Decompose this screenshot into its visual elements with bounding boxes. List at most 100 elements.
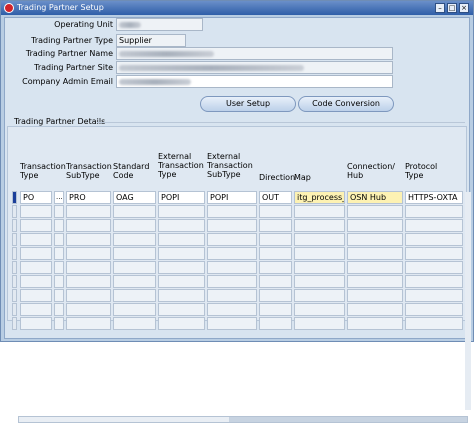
cell-map[interactable] [294, 275, 345, 288]
cell-direction[interactable] [259, 275, 292, 288]
lov-button[interactable] [54, 233, 64, 246]
trading-partner-name-field[interactable] [116, 47, 393, 60]
row-indicator[interactable] [12, 261, 17, 274]
lov-button[interactable]: ... [54, 191, 64, 204]
cell-standard-code[interactable] [113, 205, 156, 218]
cell-external-transaction-subtype[interactable] [207, 205, 257, 218]
cell-transaction-subtype[interactable]: PRO [66, 191, 111, 204]
cell-standard-code[interactable] [113, 233, 156, 246]
cell-connection-hub[interactable] [347, 303, 403, 316]
cell-protocol-type[interactable] [405, 275, 463, 288]
cell-connection-hub[interactable] [347, 233, 403, 246]
cell-protocol-type[interactable] [405, 233, 463, 246]
cell-map[interactable] [294, 303, 345, 316]
cell-external-transaction-type[interactable] [158, 289, 205, 302]
cell-direction[interactable] [259, 247, 292, 260]
cell-transaction-subtype[interactable] [66, 275, 111, 288]
cell-external-transaction-type[interactable] [158, 247, 205, 260]
cell-standard-code[interactable] [113, 219, 156, 232]
cell-direction[interactable] [259, 205, 292, 218]
cell-standard-code[interactable] [113, 261, 156, 274]
cell-map[interactable] [294, 317, 345, 330]
cell-map[interactable] [294, 261, 345, 274]
cell-transaction-type[interactable] [20, 275, 52, 288]
cell-external-transaction-subtype[interactable] [207, 219, 257, 232]
row-indicator[interactable] [12, 289, 17, 302]
code-conversion-button[interactable]: Code Conversion [298, 96, 394, 112]
cell-transaction-subtype[interactable] [66, 303, 111, 316]
cell-protocol-type[interactable] [405, 289, 463, 302]
row-indicator[interactable] [12, 205, 17, 218]
trading-partner-type-field[interactable]: Supplier [116, 34, 186, 47]
cell-external-transaction-subtype[interactable]: POPI [207, 191, 257, 204]
company-admin-email-field[interactable] [116, 75, 393, 88]
cell-protocol-type[interactable] [405, 247, 463, 260]
cell-transaction-subtype[interactable] [66, 289, 111, 302]
lov-button[interactable] [54, 219, 64, 232]
cell-transaction-subtype[interactable] [66, 205, 111, 218]
row-indicator[interactable] [12, 191, 17, 204]
horizontal-scroll-thumb[interactable] [229, 417, 467, 422]
cell-direction[interactable] [259, 233, 292, 246]
cell-map[interactable] [294, 289, 345, 302]
cell-protocol-type[interactable] [405, 303, 463, 316]
cell-transaction-type[interactable] [20, 233, 52, 246]
cell-map[interactable]: itg_process_p [294, 191, 345, 204]
cell-connection-hub[interactable] [347, 247, 403, 260]
cell-direction[interactable] [259, 289, 292, 302]
cell-connection-hub[interactable]: OSN Hub [347, 191, 403, 204]
cell-transaction-type[interactable] [20, 289, 52, 302]
cell-transaction-type[interactable] [20, 303, 52, 316]
operating-unit-field[interactable] [116, 18, 203, 31]
cell-protocol-type[interactable]: HTTPS-OXTA [405, 191, 463, 204]
lov-button[interactable] [54, 317, 64, 330]
cell-direction[interactable] [259, 317, 292, 330]
lov-button[interactable] [54, 205, 64, 218]
vertical-scrollbar[interactable] [465, 192, 471, 410]
cell-external-transaction-type[interactable] [158, 275, 205, 288]
cell-direction[interactable] [259, 219, 292, 232]
cell-direction[interactable] [259, 303, 292, 316]
cell-standard-code[interactable] [113, 275, 156, 288]
cell-external-transaction-subtype[interactable] [207, 289, 257, 302]
cell-map[interactable] [294, 233, 345, 246]
cell-transaction-subtype[interactable] [66, 317, 111, 330]
lov-button[interactable] [54, 261, 64, 274]
cell-external-transaction-subtype[interactable] [207, 275, 257, 288]
cell-transaction-type[interactable]: PO [20, 191, 52, 204]
title-bar[interactable]: Trading Partner Setup – □ × [1, 1, 473, 15]
cell-protocol-type[interactable] [405, 261, 463, 274]
cell-transaction-subtype[interactable] [66, 219, 111, 232]
row-indicator[interactable] [12, 233, 17, 246]
cell-protocol-type[interactable] [405, 317, 463, 330]
cell-external-transaction-type[interactable] [158, 261, 205, 274]
lov-button[interactable] [54, 289, 64, 302]
cell-external-transaction-subtype[interactable] [207, 317, 257, 330]
cell-protocol-type[interactable] [405, 205, 463, 218]
cell-transaction-subtype[interactable] [66, 247, 111, 260]
row-indicator[interactable] [12, 275, 17, 288]
cell-connection-hub[interactable] [347, 219, 403, 232]
cell-protocol-type[interactable] [405, 219, 463, 232]
cell-transaction-type[interactable] [20, 261, 52, 274]
minimize-button[interactable]: – [435, 3, 445, 13]
cell-transaction-type[interactable] [20, 317, 52, 330]
close-button[interactable]: × [459, 3, 469, 13]
user-setup-button[interactable]: User Setup [200, 96, 296, 112]
cell-standard-code[interactable]: OAG [113, 191, 156, 204]
cell-direction[interactable]: OUT [259, 191, 292, 204]
cell-standard-code[interactable] [113, 317, 156, 330]
cell-connection-hub[interactable] [347, 275, 403, 288]
cell-external-transaction-type[interactable] [158, 317, 205, 330]
cell-map[interactable] [294, 219, 345, 232]
cell-connection-hub[interactable] [347, 289, 403, 302]
cell-map[interactable] [294, 205, 345, 218]
row-indicator[interactable] [12, 219, 17, 232]
horizontal-scrollbar[interactable] [18, 416, 468, 423]
row-indicator[interactable] [12, 317, 17, 330]
cell-transaction-subtype[interactable] [66, 233, 111, 246]
cell-transaction-type[interactable] [20, 219, 52, 232]
cell-map[interactable] [294, 247, 345, 260]
trading-partner-site-field[interactable] [116, 61, 393, 74]
row-indicator[interactable] [12, 303, 17, 316]
